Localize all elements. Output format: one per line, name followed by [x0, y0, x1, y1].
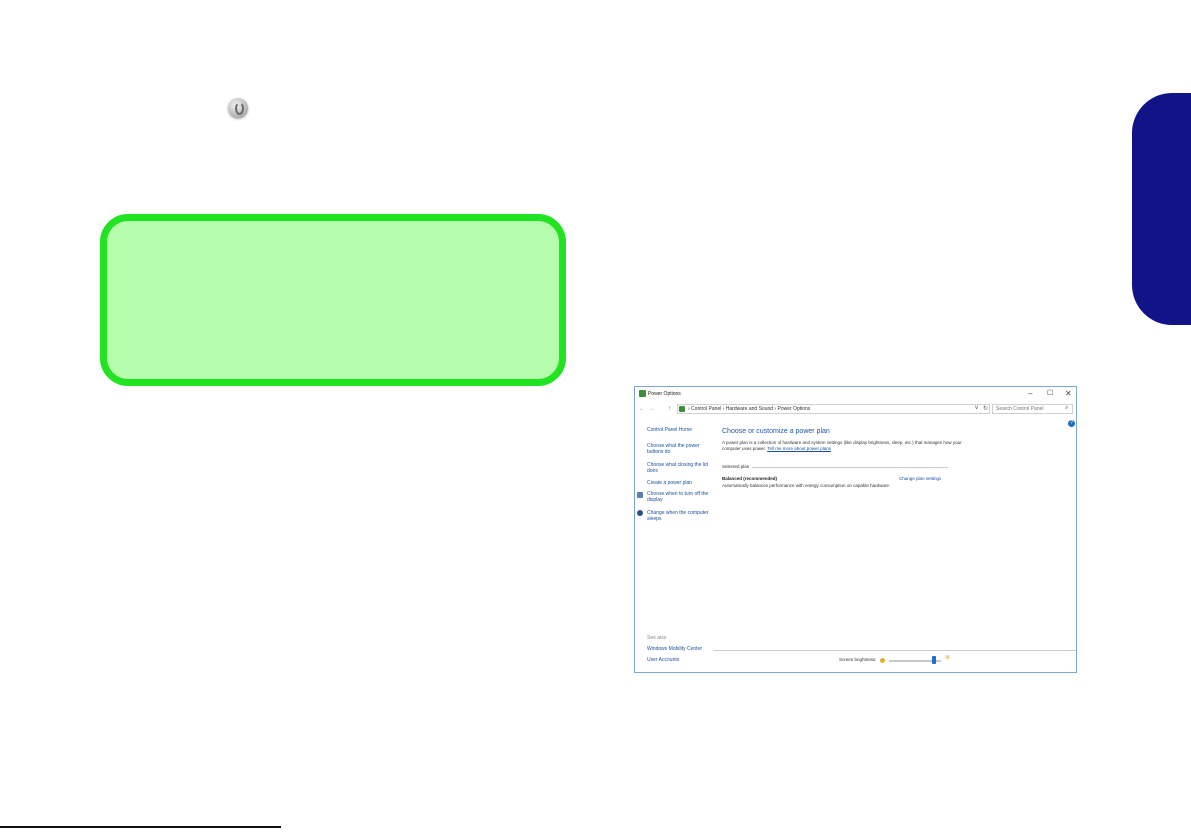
description-text: A power plan is a collection of hardware… [722, 440, 962, 451]
display-icon [637, 492, 643, 498]
title-bar: Power Options – ☐ ✕ [635, 387, 1076, 402]
tell-me-more-link[interactable]: Tell me more about power plans [767, 446, 831, 451]
search-placeholder: Search Control Panel [996, 406, 1044, 412]
footer-rule [0, 826, 281, 828]
sleep-moon-icon [637, 510, 643, 516]
search-input[interactable]: Search Control Panel ⌕ [992, 404, 1073, 414]
selected-plan-divider [752, 467, 948, 468]
see-also-label: See also [647, 635, 667, 641]
power-options-icon [639, 390, 646, 397]
power-buttons-link[interactable]: Choose what the power buttons do [647, 443, 709, 455]
create-power-plan-link[interactable]: Create a power plan [647, 480, 709, 486]
breadcrumb[interactable]: › Control Panel › Hardware and Sound › P… [688, 406, 810, 412]
help-icon[interactable]: ? [1068, 420, 1075, 427]
page-title: Choose or customize a power plan [722, 428, 830, 435]
control-panel-icon [679, 406, 685, 412]
minimize-button[interactable]: – [1028, 389, 1032, 398]
mobility-center-link[interactable]: Windows Mobility Center [647, 646, 709, 652]
bottom-divider [713, 650, 1076, 651]
change-plan-settings-link[interactable]: Change plan settings [899, 476, 941, 481]
brightness-low-icon [880, 658, 885, 663]
window-title: Power Options [648, 391, 681, 397]
address-bar: ← → ↑ › Control Panel › Hardware and Sou… [635, 404, 1076, 415]
brightness-label: Screen brightness: [839, 657, 877, 662]
back-button[interactable]: ← [639, 406, 645, 412]
note-box [100, 214, 566, 386]
power-options-window: Power Options – ☐ ✕ ← → ↑ › Control Pane… [634, 386, 1077, 673]
search-icon[interactable]: ⌕ [1065, 405, 1068, 412]
plan-description-text: A power plan is a collection of hardware… [722, 440, 962, 452]
computer-sleeps-link[interactable]: Change when the computer sleeps [647, 510, 709, 522]
power-button-icon [228, 98, 248, 118]
forward-button[interactable]: → [649, 406, 655, 412]
maximize-button[interactable]: ☐ [1047, 389, 1053, 398]
side-tab [1132, 93, 1191, 325]
address-field[interactable]: › Control Panel › Hardware and Sound › P… [677, 404, 990, 414]
control-panel-home-link[interactable]: Control Panel Home [647, 427, 709, 433]
chevron-down-icon[interactable]: v [975, 405, 978, 411]
close-button[interactable]: ✕ [1065, 389, 1072, 398]
refresh-icon[interactable]: ↻ [983, 405, 988, 412]
brightness-high-icon: ✳ [944, 653, 951, 662]
lid-close-link[interactable]: Choose what closing the lid does [647, 462, 709, 474]
plan-name: Balanced (recommended) [722, 476, 778, 481]
selected-plan-label: Selected plan [722, 464, 750, 469]
brightness-slider-thumb[interactable] [932, 656, 937, 664]
balanced-plan-description: Automatically balances performance with … [722, 483, 891, 488]
turn-off-display-link[interactable]: Choose when to turn off the display [647, 491, 709, 503]
user-accounts-link[interactable]: User Accounts [647, 657, 709, 663]
left-pane: Control Panel Home Choose what the power… [635, 417, 715, 667]
up-button[interactable]: ↑ [668, 406, 671, 412]
